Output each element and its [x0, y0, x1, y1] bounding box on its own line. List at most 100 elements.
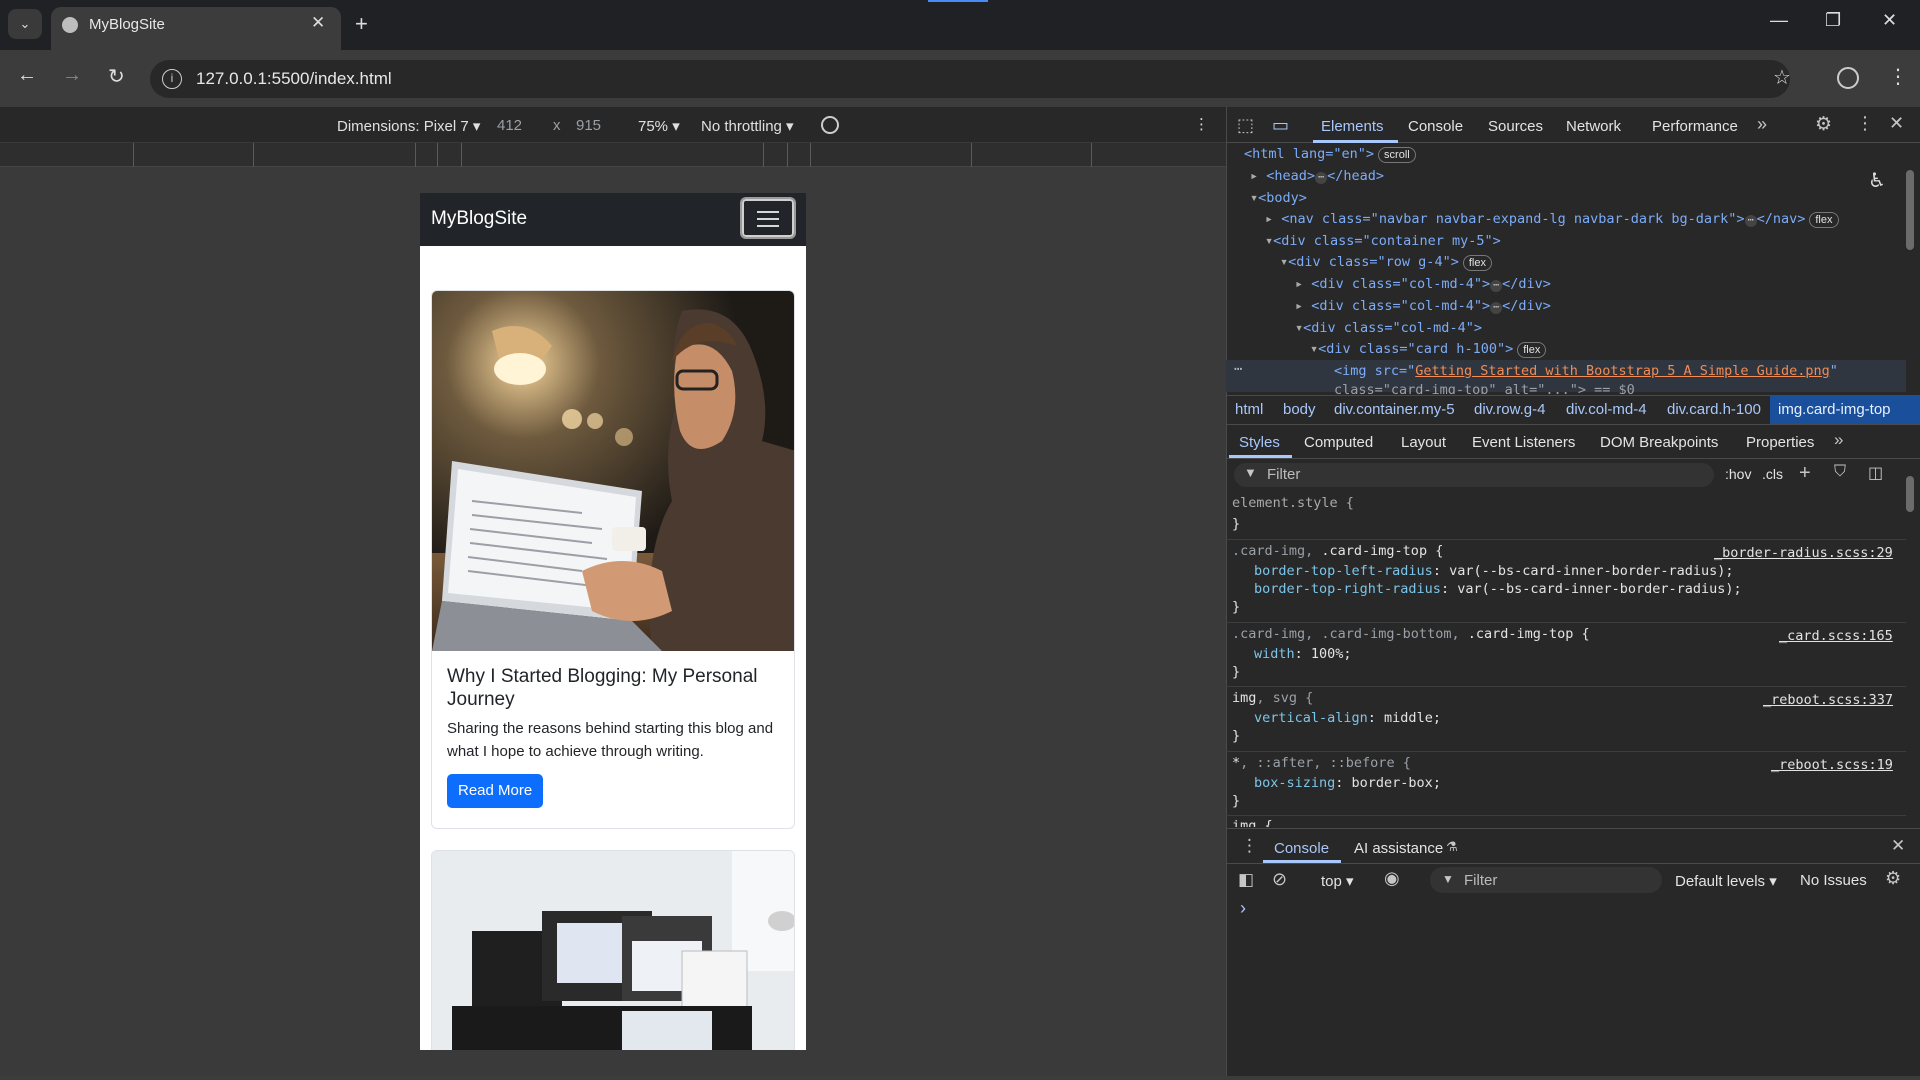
ellipsis-icon[interactable]: ⋯ — [1315, 172, 1328, 184]
collapse-arrow-icon[interactable]: ▾ — [1310, 341, 1318, 357]
navbar-toggler-button[interactable] — [740, 197, 796, 239]
expand-arrow-icon[interactable]: ▸ — [1295, 298, 1303, 314]
css-declaration[interactable]: border-top-left-radius: var(--bs-card-in… — [1254, 563, 1734, 579]
scroll-badge[interactable]: scroll — [1378, 147, 1416, 163]
tab-elements[interactable]: Elements — [1321, 118, 1384, 135]
dom-node-row[interactable]: ▾<div class="row g-4"> flex — [1280, 254, 1492, 271]
media-tick[interactable] — [810, 143, 811, 167]
collapse-arrow-icon[interactable]: ▾ — [1265, 233, 1273, 249]
css-source-link[interactable]: _reboot.scss:337 — [1763, 692, 1893, 708]
css-declaration[interactable]: border-top-right-radius: var(--bs-card-i… — [1254, 581, 1742, 597]
cls-toggle[interactable]: .cls — [1762, 466, 1783, 482]
navbar-brand[interactable]: MyBlogSite — [431, 208, 527, 230]
device-more-icon[interactable]: ⋮ — [1194, 115, 1209, 133]
dom-node-head[interactable]: ▸ <head> ⋯ </head> — [1250, 168, 1384, 184]
breadcrumb-item[interactable]: body — [1283, 401, 1316, 418]
console-prompt[interactable]: › — [1240, 898, 1246, 919]
dom-node-body[interactable]: ▾<body> — [1250, 190, 1307, 206]
dom-node-col[interactable]: ▸ <div class="col-md-4"> ⋯ </div> — [1295, 276, 1551, 292]
hov-toggle[interactable]: :hov — [1725, 466, 1751, 482]
tab-performance[interactable]: Performance — [1652, 118, 1738, 135]
sidebar-toggle-icon[interactable]: ◫ — [1868, 463, 1883, 483]
console-settings-icon[interactable]: ⚙ — [1885, 868, 1901, 889]
more-subtabs-icon[interactable]: » — [1834, 430, 1843, 450]
css-declaration[interactable]: vertical-align: middle; — [1254, 710, 1441, 726]
ellipsis-icon[interactable]: ⋯ — [1490, 280, 1503, 292]
url-text[interactable]: 127.0.0.1:5500/index.html — [196, 69, 392, 89]
collapse-arrow-icon[interactable]: ▾ — [1250, 190, 1258, 206]
css-selector[interactable]: .card-img, .card-img-bottom, .card-img-t… — [1232, 626, 1590, 642]
profile-icon[interactable] — [1837, 67, 1859, 89]
dom-scrollbar[interactable] — [1906, 150, 1914, 390]
browser-menu-icon[interactable]: ⋮ — [1888, 64, 1908, 89]
media-tick[interactable] — [133, 143, 134, 167]
breadcrumb-item[interactable]: div.card.h-100 — [1667, 401, 1761, 418]
device-dimensions-select[interactable]: Dimensions: Pixel 7 ▾ — [337, 117, 480, 135]
tab-console[interactable]: Console — [1408, 118, 1463, 135]
sidebar-toggle-icon[interactable]: ◧ — [1238, 870, 1254, 890]
tab-search-button[interactable]: ⌄ — [8, 9, 42, 39]
forward-icon[interactable]: → — [62, 64, 82, 87]
site-info-icon[interactable]: i — [162, 69, 182, 89]
css-selector[interactable]: .card-img, .card-img-top { — [1232, 543, 1443, 559]
minimize-icon[interactable]: — — [1770, 10, 1788, 31]
restore-icon[interactable]: ❐ — [1825, 10, 1841, 31]
accessibility-icon[interactable]: ♿ — [1868, 168, 1886, 193]
issues-counter[interactable]: No Issues — [1800, 872, 1867, 889]
reload-icon[interactable]: ↻ — [108, 64, 125, 89]
inspect-element-icon[interactable]: ⬚ — [1237, 115, 1254, 136]
breadcrumb-item-active[interactable]: img.card-img-top — [1778, 401, 1891, 418]
css-declaration[interactable]: width: 100%; — [1254, 646, 1352, 662]
css-source-link[interactable]: _border-radius.scss:29 — [1714, 545, 1893, 561]
media-tick[interactable] — [763, 143, 764, 167]
css-source-link[interactable]: _card.scss:165 — [1779, 628, 1893, 644]
collapse-arrow-icon[interactable]: ▾ — [1280, 254, 1288, 270]
tab-close-icon[interactable]: ✕ — [311, 13, 325, 33]
devtools-menu-icon[interactable]: ⋮ — [1856, 113, 1874, 134]
expand-arrow-icon[interactable]: ▸ — [1295, 276, 1303, 292]
add-rule-icon[interactable]: + — [1799, 462, 1811, 485]
breadcrumb-item[interactable]: div.container.my-5 — [1334, 401, 1455, 418]
drawer-tab-ai[interactable]: AI assistance — [1354, 840, 1443, 857]
device-height-input[interactable]: 915 — [576, 117, 601, 134]
drawer-menu-icon[interactable]: ⋮ — [1241, 836, 1258, 856]
ellipsis-icon[interactable]: ⋯ — [1744, 215, 1757, 227]
tab-styles[interactable]: Styles — [1239, 434, 1280, 451]
dom-node-container[interactable]: ▾<div class="container my-5"> — [1265, 233, 1501, 249]
drawer-close-icon[interactable]: ✕ — [1891, 836, 1905, 856]
css-selector[interactable]: img { — [1232, 818, 1273, 827]
context-select[interactable]: top ▾ — [1321, 872, 1354, 890]
css-declaration[interactable]: box-sizing: border-box; — [1254, 775, 1441, 791]
tab-network[interactable]: Network — [1566, 118, 1621, 135]
tab-event-listeners[interactable]: Event Listeners — [1472, 434, 1575, 451]
dom-node-img[interactable]: <img src="Getting Started with Bootstrap… — [1334, 363, 1838, 379]
expand-arrow-icon[interactable]: ▸ — [1265, 211, 1273, 227]
settings-gear-icon[interactable]: ⚙ — [1815, 113, 1832, 136]
ellipsis-icon[interactable]: ⋯ — [1490, 302, 1503, 314]
media-tick[interactable] — [437, 143, 438, 167]
element-style-rule[interactable]: element.style { — [1232, 495, 1354, 511]
media-tick[interactable] — [461, 143, 462, 167]
new-tab-icon[interactable]: + — [355, 11, 368, 37]
breadcrumb-item[interactable]: div.row.g-4 — [1474, 401, 1545, 418]
media-tick[interactable] — [787, 143, 788, 167]
css-source-link[interactable]: _reboot.scss:19 — [1771, 757, 1893, 773]
breadcrumb-item[interactable]: div.col-md-4 — [1566, 401, 1647, 418]
back-icon[interactable]: ← — [17, 64, 37, 87]
clear-console-icon[interactable]: ⊘ — [1272, 869, 1287, 890]
tab-sources[interactable]: Sources — [1488, 118, 1543, 135]
dom-node-nav[interactable]: ▸ <nav class="navbar navbar-expand-lg na… — [1265, 211, 1839, 228]
window-close-icon[interactable]: ✕ — [1882, 10, 1897, 31]
dom-node-card[interactable]: ▾<div class="card h-100"> flex — [1310, 341, 1547, 358]
dom-node-col[interactable]: ▸ <div class="col-md-4"> ⋯ </div> — [1295, 298, 1551, 314]
drawer-tab-console[interactable]: Console — [1274, 840, 1329, 857]
log-levels-select[interactable]: Default levels ▾ — [1675, 872, 1777, 890]
flex-badge[interactable]: flex — [1462, 255, 1492, 271]
expand-arrow-icon[interactable]: ▸ — [1250, 168, 1258, 184]
img-src-link[interactable]: Getting Started with Bootstrap 5 A Simpl… — [1415, 363, 1830, 379]
bookmark-star-icon[interactable]: ☆ — [1773, 65, 1791, 90]
paint-icon[interactable]: ⛉ — [1834, 463, 1846, 481]
dom-node-html[interactable]: <html lang="en"> scroll — [1244, 146, 1416, 163]
flex-badge[interactable]: flex — [1517, 342, 1547, 358]
styles-filter-input[interactable] — [1234, 463, 1714, 487]
